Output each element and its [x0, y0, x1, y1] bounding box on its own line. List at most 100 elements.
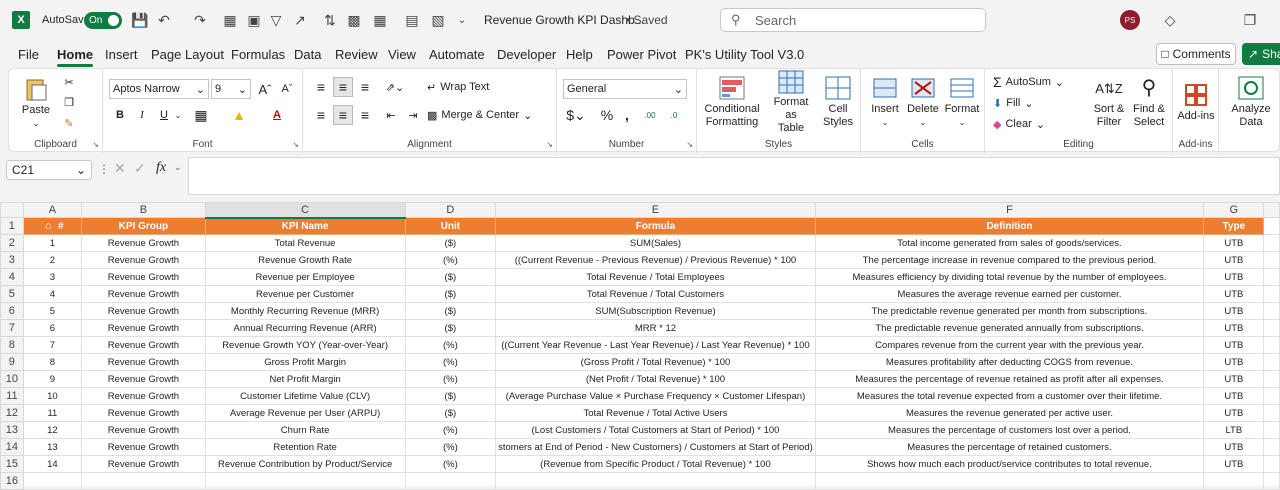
increase-indent-icon[interactable]: ⇥: [403, 105, 423, 125]
empty-cell[interactable]: [1263, 302, 1280, 320]
cell-formula[interactable]: Total Revenue / Total Customers: [495, 285, 816, 303]
row-header[interactable]: 14: [0, 438, 24, 456]
customize-qat-icon[interactable]: ⌄: [452, 10, 472, 30]
cell-number[interactable]: 9: [22, 370, 83, 388]
empty-cell[interactable]: [814, 472, 1205, 490]
cell-type[interactable]: UTB: [1203, 251, 1265, 269]
cell-kpi-name[interactable]: Average Revenue per User (ARPU): [204, 404, 406, 422]
name-box[interactable]: C21 ⌄: [6, 160, 92, 180]
filter-icon[interactable]: ▽: [266, 10, 286, 30]
cell-type[interactable]: UTB: [1203, 268, 1265, 286]
cell-definition[interactable]: The percentage increase in revenue compa…: [814, 251, 1205, 269]
cell-unit[interactable]: ($): [404, 285, 497, 303]
percent-icon[interactable]: %: [597, 105, 617, 125]
tab-view[interactable]: View: [388, 47, 416, 62]
empty-cell[interactable]: [1263, 421, 1280, 439]
decrease-indent-icon[interactable]: ⇤: [381, 105, 401, 125]
cell-number[interactable]: 11: [22, 404, 83, 422]
dialog-launcher-icon[interactable]: ↘: [92, 140, 99, 149]
cell-kpi-name[interactable]: Churn Rate: [204, 421, 406, 439]
empty-cell[interactable]: [404, 472, 497, 490]
empty-cell[interactable]: [1263, 370, 1280, 388]
format-as-table-button[interactable]: Format as Table: [767, 70, 815, 134]
row-header[interactable]: 1: [0, 217, 24, 235]
sort-filter-button[interactable]: A⇅Z Sort & Filter: [1089, 73, 1129, 131]
paste-button[interactable]: Paste ⌄: [17, 73, 55, 133]
tab-power-pivot[interactable]: Power Pivot: [607, 47, 676, 62]
cell-unit[interactable]: ($): [404, 302, 497, 320]
cell-unit[interactable]: (%): [404, 438, 497, 456]
underline-button[interactable]: U: [155, 105, 173, 125]
table-icon[interactable]: ▦: [370, 10, 390, 30]
row-header[interactable]: 15: [0, 455, 24, 473]
column-header[interactable]: F: [814, 202, 1205, 218]
empty-cell[interactable]: [495, 472, 816, 490]
cell-kpi-group[interactable]: Revenue Growth: [81, 370, 206, 388]
cell-number[interactable]: 10: [22, 387, 83, 405]
row-header[interactable]: 13: [0, 421, 24, 439]
cell-type[interactable]: UTB: [1203, 285, 1265, 303]
comma-style-icon[interactable]: ,: [619, 105, 635, 125]
chevron-down-icon[interactable]: ⌄: [173, 105, 183, 125]
cell-formula[interactable]: Total Revenue / Total Employees: [495, 268, 816, 286]
autosum-button[interactable]: Σ AutoSum ⌄: [993, 73, 1077, 91]
font-size-dropdown[interactable]: 9 ⌄: [211, 79, 251, 99]
wrap-text-button[interactable]: ↵ Wrap Text: [427, 77, 507, 97]
fill-button[interactable]: ⬇ Fill ⌄: [993, 94, 1053, 112]
cell-number[interactable]: 8: [22, 353, 83, 371]
cell-kpi-group[interactable]: Revenue Growth: [81, 268, 206, 286]
cell-kpi-name[interactable]: Total Revenue: [204, 234, 406, 252]
row-header[interactable]: 6: [0, 302, 24, 320]
column-header[interactable]: B: [81, 202, 206, 218]
cell-kpi-group[interactable]: Revenue Growth: [81, 404, 206, 422]
row-header[interactable]: 9: [0, 353, 24, 371]
cell-number[interactable]: 14: [22, 455, 83, 473]
tab-data[interactable]: Data: [294, 47, 321, 62]
row-header[interactable]: 5: [0, 285, 24, 303]
cell-type[interactable]: UTB: [1203, 336, 1265, 354]
column-header[interactable]: [1263, 202, 1280, 218]
format-painter-icon[interactable]: ✎: [59, 114, 79, 132]
cell-definition[interactable]: Measures the total revenue expected from…: [814, 387, 1205, 405]
cell-number[interactable]: 4: [22, 285, 83, 303]
empty-cell[interactable]: [1203, 472, 1265, 490]
decrease-font-icon[interactable]: Aˇ: [277, 79, 297, 99]
cell-formula[interactable]: (Average Purchase Value × Purchase Frequ…: [495, 387, 816, 405]
empty-cell[interactable]: [1263, 217, 1280, 235]
cell-kpi-group[interactable]: Revenue Growth: [81, 302, 206, 320]
row-header[interactable]: 7: [0, 319, 24, 337]
empty-cell[interactable]: [1263, 353, 1280, 371]
cancel-icon[interactable]: ✕: [114, 160, 126, 177]
tab-automate[interactable]: Automate: [429, 47, 485, 62]
share-export-icon[interactable]: ↗: [290, 10, 310, 30]
cell-definition[interactable]: Measures the revenue generated per activ…: [814, 404, 1205, 422]
empty-cell[interactable]: [1263, 404, 1280, 422]
cell-kpi-name[interactable]: Monthly Recurring Revenue (MRR): [204, 302, 406, 320]
cell-formula[interactable]: (Lost Customers / Total Customers at Sta…: [495, 421, 816, 439]
tab-home[interactable]: Home: [57, 47, 94, 67]
cell-type[interactable]: UTB: [1203, 353, 1265, 371]
row-header[interactable]: 3: [0, 251, 24, 269]
tab-help[interactable]: Help: [566, 47, 593, 62]
tab-file[interactable]: File: [18, 47, 39, 62]
fill-color-icon[interactable]: ▲: [229, 105, 249, 125]
row-header[interactable]: 12: [0, 404, 24, 422]
borders-icon[interactable]: ▦: [220, 10, 240, 30]
row-header[interactable]: 2: [0, 234, 24, 252]
header-cell-definition[interactable]: Definition: [814, 217, 1205, 235]
column-header[interactable]: A: [22, 202, 83, 218]
cell-unit[interactable]: (%): [404, 336, 497, 354]
cell-unit[interactable]: (%): [404, 353, 497, 371]
cell-kpi-group[interactable]: Revenue Growth: [81, 421, 206, 439]
cut-icon[interactable]: ✂: [59, 73, 79, 91]
align-center-icon[interactable]: ≡: [333, 105, 353, 125]
insert-function-button[interactable]: fx: [156, 160, 166, 176]
diamond-icon[interactable]: ◇: [1160, 10, 1180, 30]
number-format-dropdown[interactable]: General ⌄: [563, 79, 687, 99]
cell-kpi-name[interactable]: Net Profit Margin: [204, 370, 406, 388]
format-cells-button[interactable]: Format ⌄: [943, 73, 981, 131]
cell-kpi-name[interactable]: Retention Rate: [204, 438, 406, 456]
cell-type[interactable]: UTB: [1203, 319, 1265, 337]
cell-unit[interactable]: ($): [404, 268, 497, 286]
merge-center-button[interactable]: ▩ Merge & Center ⌄: [427, 105, 545, 125]
